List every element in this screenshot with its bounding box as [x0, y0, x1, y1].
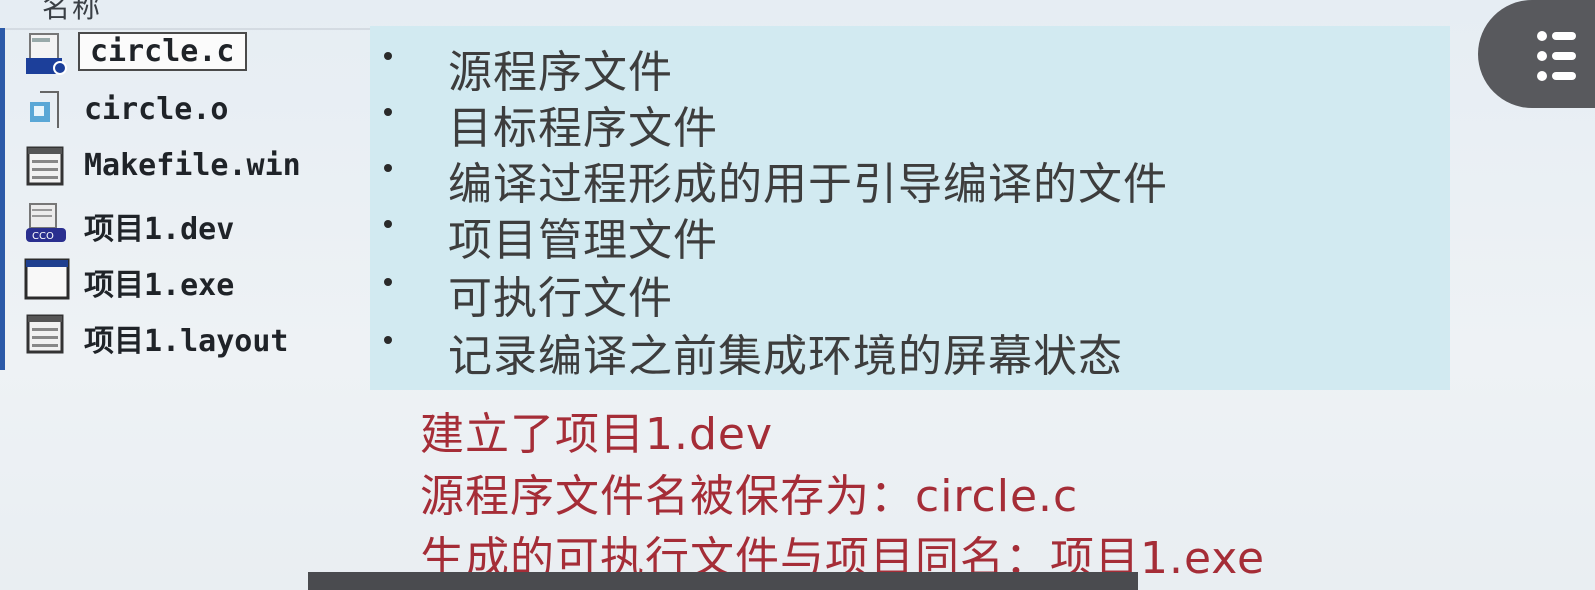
- menu-button[interactable]: [1478, 0, 1595, 108]
- file-name[interactable]: Makefile.win: [84, 148, 301, 183]
- dev-project-icon: CCO: [26, 203, 66, 242]
- file-row-makefile[interactable]: Makefile.win: [18, 140, 368, 194]
- bullet-icon: [384, 108, 392, 116]
- bullet-icon: [384, 278, 392, 286]
- list-menu-icon: [1537, 31, 1576, 81]
- executable-icon: [24, 258, 70, 300]
- video-progress-bar[interactable]: [308, 572, 1138, 590]
- file-row-circle-c[interactable]: circle.c: [18, 28, 368, 82]
- note-project-created: 建立了项目1.dev: [420, 409, 774, 460]
- description-item: 编译过程形成的用于引导编译的文件: [378, 144, 1438, 210]
- bullet-icon: [384, 336, 392, 344]
- svg-text:CCO: CCO: [32, 231, 54, 242]
- makefile-icon: [26, 146, 64, 186]
- file-list: circle.c circle.o Makefile.win CCO 项目1.d…: [18, 28, 368, 368]
- description-item: 记录编译之前集成环境的屏幕状态: [378, 316, 1438, 382]
- file-row-dev[interactable]: CCO 项目1.dev: [18, 196, 368, 250]
- file-name[interactable]: circle.o: [84, 92, 229, 127]
- file-name[interactable]: 项目1.layout: [84, 316, 289, 360]
- file-row-exe[interactable]: 项目1.exe: [18, 252, 368, 306]
- c-source-file-icon: [26, 33, 67, 75]
- file-name[interactable]: 项目1.exe: [84, 260, 234, 304]
- layout-file-icon: [26, 314, 64, 354]
- file-name[interactable]: 项目1.dev: [84, 204, 234, 248]
- file-row-circle-o[interactable]: circle.o: [18, 84, 368, 138]
- column-header-name: 名称: [42, 0, 103, 24]
- description-list: 源程序文件 目标程序文件 编译过程形成的用于引导编译的文件 项目管理文件 可执行…: [378, 28, 1438, 382]
- bullet-icon: [384, 52, 392, 60]
- bullet-icon: [384, 220, 392, 228]
- selection-rule: [0, 28, 5, 370]
- file-name[interactable]: circle.c: [78, 32, 247, 71]
- object-file-icon: [30, 91, 59, 128]
- description-item: 目标程序文件: [378, 88, 1438, 154]
- bullet-icon: [384, 164, 392, 172]
- description-text: 记录编译之前集成环境的屏幕状态: [448, 331, 1123, 382]
- file-row-layout[interactable]: 项目1.layout: [18, 308, 368, 362]
- note-source-saved: 源程序文件名被保存为：circle.c: [420, 471, 1079, 522]
- description-item: 源程序文件: [378, 32, 1438, 98]
- description-item: 项目管理文件: [378, 200, 1438, 266]
- description-item: 可执行文件: [378, 258, 1438, 324]
